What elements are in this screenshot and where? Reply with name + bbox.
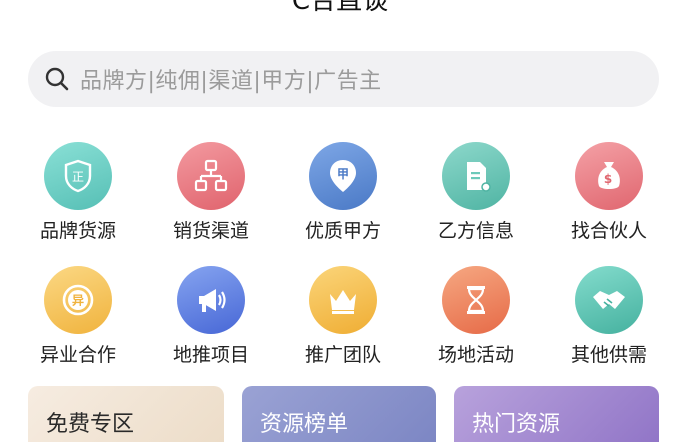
category-cross-industry[interactable]: 异 异业合作 (11, 266, 145, 367)
hourglass-icon (442, 266, 510, 334)
category-label: 优质甲方 (304, 220, 381, 242)
document-icon (442, 142, 510, 210)
badge-icon: 异 (44, 266, 112, 334)
location-pin-icon: 甲 (309, 142, 377, 210)
category-venue-events[interactable]: 场地活动 (409, 266, 543, 367)
category-party-b-info[interactable]: 乙方信息 (409, 142, 543, 243)
category-label: 找合伙人 (570, 220, 647, 242)
category-label: 场地活动 (437, 344, 514, 366)
category-ground-promotion[interactable]: 地推项目 (144, 266, 278, 367)
search-input[interactable]: 品牌方|纯佣|渠道|甲方|广告主 (28, 51, 659, 107)
svg-text:甲: 甲 (337, 167, 349, 181)
category-label: 其他供需 (570, 344, 647, 366)
handshake-icon (575, 266, 643, 334)
category-label: 异业合作 (39, 344, 116, 366)
category-label: 品牌货源 (39, 220, 116, 242)
shield-icon: 正 (44, 142, 112, 210)
crown-icon (309, 266, 377, 334)
category-find-partner[interactable]: $ 找合伙人 (542, 142, 676, 243)
free-zone-card[interactable]: 免费专区 (28, 386, 224, 442)
category-label: 地推项目 (172, 344, 249, 366)
resource-ranking-card[interactable]: 资源榜单 (242, 386, 436, 442)
network-icon (177, 142, 245, 210)
svg-text:异: 异 (72, 294, 84, 308)
category-label: 乙方信息 (437, 220, 514, 242)
category-other-demand[interactable]: 其他供需 (542, 266, 676, 367)
svg-text:$: $ (604, 172, 612, 186)
category-promo-team[interactable]: 推广团队 (276, 266, 410, 367)
category-sales-channel[interactable]: 销货渠道 (144, 142, 278, 243)
hot-resources-card[interactable]: 热门资源 (454, 386, 659, 442)
search-icon (45, 67, 69, 91)
money-bag-icon: $ (575, 142, 643, 210)
feature-cards: 免费专区 资源榜单 热门资源 (0, 386, 680, 442)
search-placeholder: 品牌方|纯佣|渠道|甲方|广告主 (80, 69, 382, 94)
megaphone-icon (177, 266, 245, 334)
svg-text:正: 正 (72, 170, 84, 184)
category-quality-party-a[interactable]: 甲 优质甲方 (276, 142, 410, 243)
page-title: C合直谈 (291, 0, 389, 16)
category-brand-supply[interactable]: 正 品牌货源 (11, 142, 145, 243)
category-label: 销货渠道 (172, 220, 249, 242)
category-label: 推广团队 (304, 344, 381, 366)
